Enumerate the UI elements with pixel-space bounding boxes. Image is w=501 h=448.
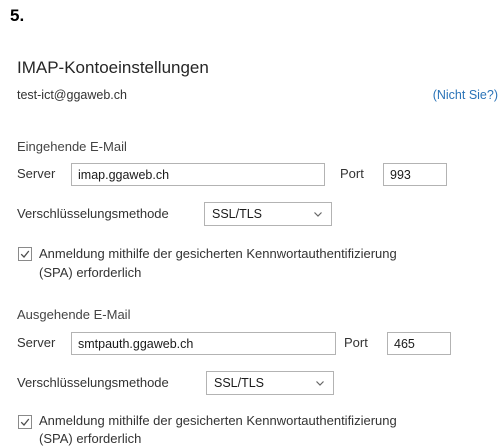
incoming-port-label: Port <box>340 166 364 181</box>
incoming-spa-label-line2: (SPA) erforderlich <box>39 265 142 280</box>
outgoing-spa-label-line1: Anmeldung mithilfe der gesicherten Kennw… <box>39 413 397 428</box>
not-you-link[interactable]: (Nicht Sie?) <box>433 88 498 102</box>
account-email: test-ict@ggaweb.ch <box>17 88 127 102</box>
outgoing-encryption-value: SSL/TLS <box>214 376 265 390</box>
incoming-server-input[interactable] <box>71 163 325 186</box>
step-number: 5. <box>10 6 25 25</box>
incoming-spa-checkbox[interactable] <box>18 247 32 261</box>
outgoing-server-label: Server <box>17 335 56 350</box>
incoming-server-label: Server <box>17 166 56 181</box>
incoming-encryption-value: SSL/TLS <box>212 207 263 221</box>
outgoing-spa-label-line2: (SPA) erforderlich <box>39 431 142 446</box>
chevron-down-icon <box>316 381 324 386</box>
chevron-down-icon <box>314 212 322 217</box>
incoming-encryption-select[interactable]: SSL/TLS <box>204 202 332 226</box>
outgoing-encryption-select[interactable]: SSL/TLS <box>206 371 334 395</box>
outgoing-spa-checkbox[interactable] <box>18 415 32 429</box>
outgoing-server-input[interactable] <box>71 332 336 355</box>
incoming-mail-heading: Eingehende E-Mail <box>17 139 127 154</box>
outgoing-port-input[interactable] <box>387 332 451 355</box>
incoming-port-input[interactable] <box>383 163 447 186</box>
incoming-spa-label-line1: Anmeldung mithilfe der gesicherten Kennw… <box>39 246 397 261</box>
checkmark-icon <box>20 250 30 258</box>
checkmark-icon <box>20 418 30 426</box>
outgoing-mail-heading: Ausgehende E-Mail <box>17 307 131 322</box>
incoming-encryption-label: Verschlüsselungsmethode <box>17 206 169 221</box>
dialog-title: IMAP-Kontoeinstellungen <box>17 58 209 77</box>
outgoing-encryption-label: Verschlüsselungsmethode <box>17 375 169 390</box>
outgoing-port-label: Port <box>344 335 368 350</box>
